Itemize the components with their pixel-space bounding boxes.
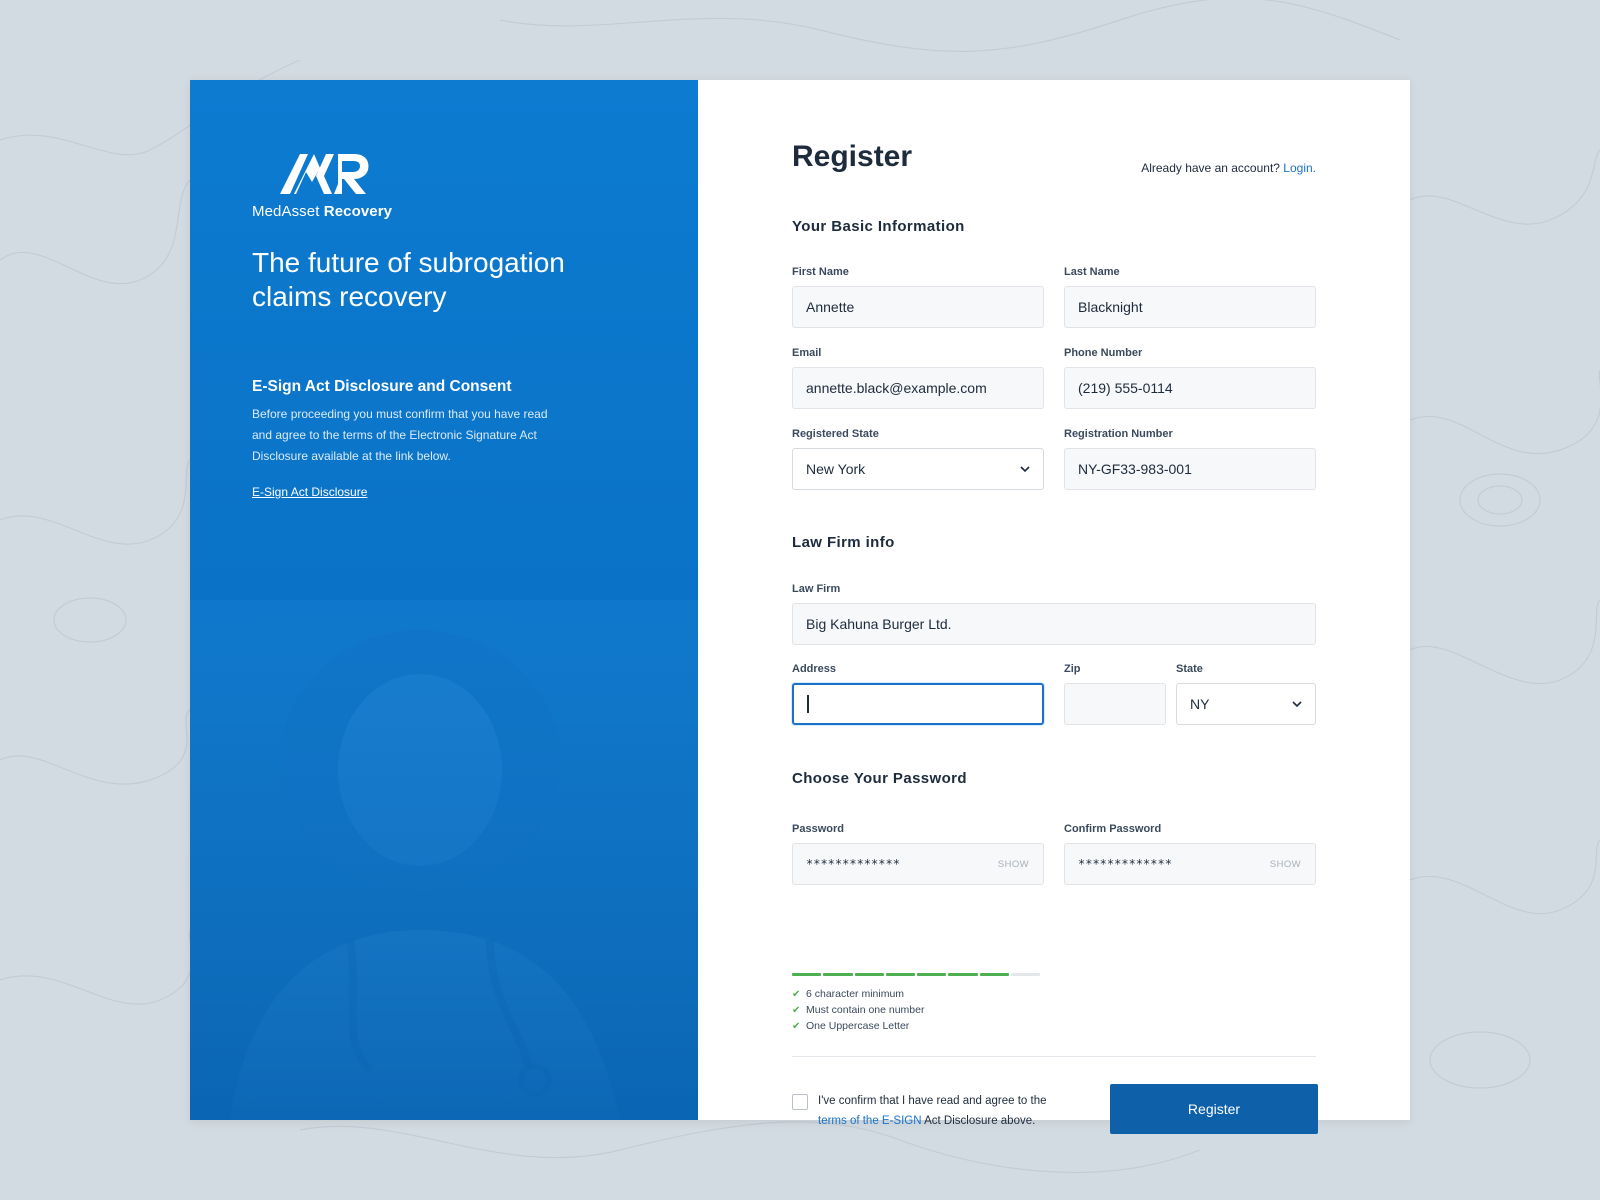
- address-label: Address: [792, 663, 837, 675]
- consent-text: I've confirm that I have read and agree …: [818, 1092, 1058, 1131]
- phone-label: Phone Number: [1064, 347, 1143, 359]
- password-rule: ✔ One Uppercase Letter: [792, 1018, 924, 1034]
- esign-title: E-Sign Act Disclosure and Consent: [252, 378, 512, 395]
- state-select[interactable]: NY: [1176, 683, 1316, 725]
- register-card: MedAsset Recovery The future of subrogat…: [190, 80, 1410, 1134]
- phone-input[interactable]: (219) 555-0114: [1064, 367, 1316, 409]
- first-name-label: First Name: [792, 266, 849, 278]
- address-input[interactable]: [792, 683, 1044, 725]
- password-label: Password: [792, 823, 844, 835]
- password-value: *************: [806, 857, 900, 871]
- brand-logo: MedAsset Recovery: [252, 148, 402, 220]
- text-cursor: [807, 695, 809, 713]
- password-rule: ✔ Must contain one number: [792, 1002, 924, 1018]
- law-firm-label: Law Firm: [792, 583, 841, 595]
- strength-segment: [917, 973, 947, 976]
- brand-wordmark: MedAsset Recovery: [252, 203, 402, 220]
- brand-name-light: MedAsset: [252, 203, 320, 220]
- section-password: Choose Your Password: [792, 770, 967, 787]
- registered-state-select[interactable]: New York: [792, 448, 1044, 490]
- email-input[interactable]: annette.black@example.com: [792, 367, 1044, 409]
- last-name-label: Last Name: [1064, 266, 1120, 278]
- strength-segment: [948, 973, 978, 976]
- registered-state-field: Registered State New York: [792, 428, 1044, 490]
- strength-segment: [854, 973, 884, 976]
- esign-terms-link[interactable]: terms of the E-SIGN: [818, 1115, 922, 1127]
- esign-disclosure: E-Sign Act Disclosure and Consent Before…: [252, 378, 562, 501]
- zip-field: Zip: [1064, 663, 1166, 725]
- password-strength-meter: [792, 973, 1040, 977]
- consent-text-before: I've confirm that I have read and agree …: [818, 1095, 1047, 1107]
- strength-segment: [792, 973, 822, 976]
- last-name-input[interactable]: Blacknight: [1064, 286, 1316, 328]
- doctor-portrait-image: [190, 600, 698, 1120]
- address-field: Address: [792, 663, 1044, 725]
- strength-segment: [823, 973, 853, 976]
- show-password-toggle[interactable]: SHOW: [998, 859, 1029, 870]
- chevron-down-icon: [1292, 701, 1302, 708]
- registration-number-input[interactable]: NY-GF33-983-001: [1064, 448, 1316, 490]
- rule-text: One Uppercase Letter: [806, 1020, 910, 1032]
- esign-body: Before proceeding you must confirm that …: [252, 407, 548, 463]
- rule-text: 6 character minimum: [806, 988, 905, 1000]
- confirm-password-input[interactable]: ************* SHOW: [1064, 843, 1316, 885]
- login-prompt: Already have an account? Login.: [1141, 161, 1316, 175]
- check-icon: ✔: [792, 1004, 801, 1016]
- check-icon: ✔: [792, 988, 801, 1000]
- brand-panel: MedAsset Recovery The future of subrogat…: [190, 80, 698, 1120]
- rule-text: Must contain one number: [806, 1004, 925, 1016]
- register-form-panel: Register Already have an account? Login.…: [698, 80, 1410, 1134]
- divider: [792, 1056, 1316, 1057]
- strength-segment: [885, 973, 915, 976]
- state-value: NY: [1190, 696, 1210, 712]
- email-field: Email annette.black@example.com: [792, 347, 1044, 409]
- confirm-password-value: *************: [1078, 857, 1172, 871]
- section-basic-info: Your Basic Information: [792, 218, 965, 235]
- brand-name-bold: Recovery: [323, 203, 393, 220]
- first-name-input[interactable]: Annette: [792, 286, 1044, 328]
- consent-checkbox[interactable]: [792, 1094, 808, 1110]
- law-firm-input[interactable]: Big Kahuna Burger Ltd.: [792, 603, 1316, 645]
- last-name-field: Last Name Blacknight: [1064, 266, 1316, 328]
- chevron-down-icon: [1020, 466, 1030, 473]
- first-name-field: First Name Annette: [792, 266, 1044, 328]
- state-field: State NY: [1176, 663, 1316, 725]
- password-rule: ✔ 6 character minimum: [792, 986, 924, 1002]
- strength-segment: [979, 973, 1009, 976]
- law-firm-field: Law Firm Big Kahuna Burger Ltd.: [792, 583, 1316, 645]
- consent-row: I've confirm that I have read and agree …: [792, 1092, 1058, 1131]
- password-field: Password ************* SHOW: [792, 823, 1044, 885]
- phone-field: Phone Number (219) 555-0114: [1064, 347, 1316, 409]
- register-button[interactable]: Register: [1110, 1084, 1318, 1134]
- registration-number-label: Registration Number: [1064, 428, 1173, 440]
- confirm-password-field: Confirm Password ************* SHOW: [1064, 823, 1316, 885]
- strength-segment: [1010, 973, 1040, 976]
- state-label: State: [1176, 663, 1203, 675]
- check-icon: ✔: [792, 1020, 801, 1032]
- login-link[interactable]: Login.: [1283, 161, 1316, 175]
- password-input[interactable]: ************* SHOW: [792, 843, 1044, 885]
- consent-text-after: Act Disclosure above.: [924, 1114, 1036, 1127]
- login-prompt-text: Already have an account?: [1141, 161, 1280, 175]
- mar-logo-icon: [280, 154, 369, 194]
- hero-headline: The future of subrogation claims recover…: [252, 247, 565, 312]
- show-confirm-password-toggle[interactable]: SHOW: [1270, 859, 1301, 870]
- password-rules: ✔ 6 character minimum ✔ Must contain one n…: [792, 986, 924, 1034]
- section-law-firm: Law Firm info: [792, 534, 895, 551]
- esign-disclosure-link[interactable]: E-Sign Act Disclosure: [252, 485, 367, 499]
- zip-label: Zip: [1064, 663, 1081, 675]
- registration-number-field: Registration Number NY-GF33-983-001: [1064, 428, 1316, 490]
- zip-input[interactable]: [1064, 683, 1166, 725]
- email-label: Email: [792, 347, 822, 359]
- registered-state-value: New York: [806, 461, 866, 477]
- page-title: Register: [792, 140, 913, 173]
- confirm-password-label: Confirm Password: [1064, 823, 1162, 835]
- registered-state-label: Registered State: [792, 428, 879, 440]
